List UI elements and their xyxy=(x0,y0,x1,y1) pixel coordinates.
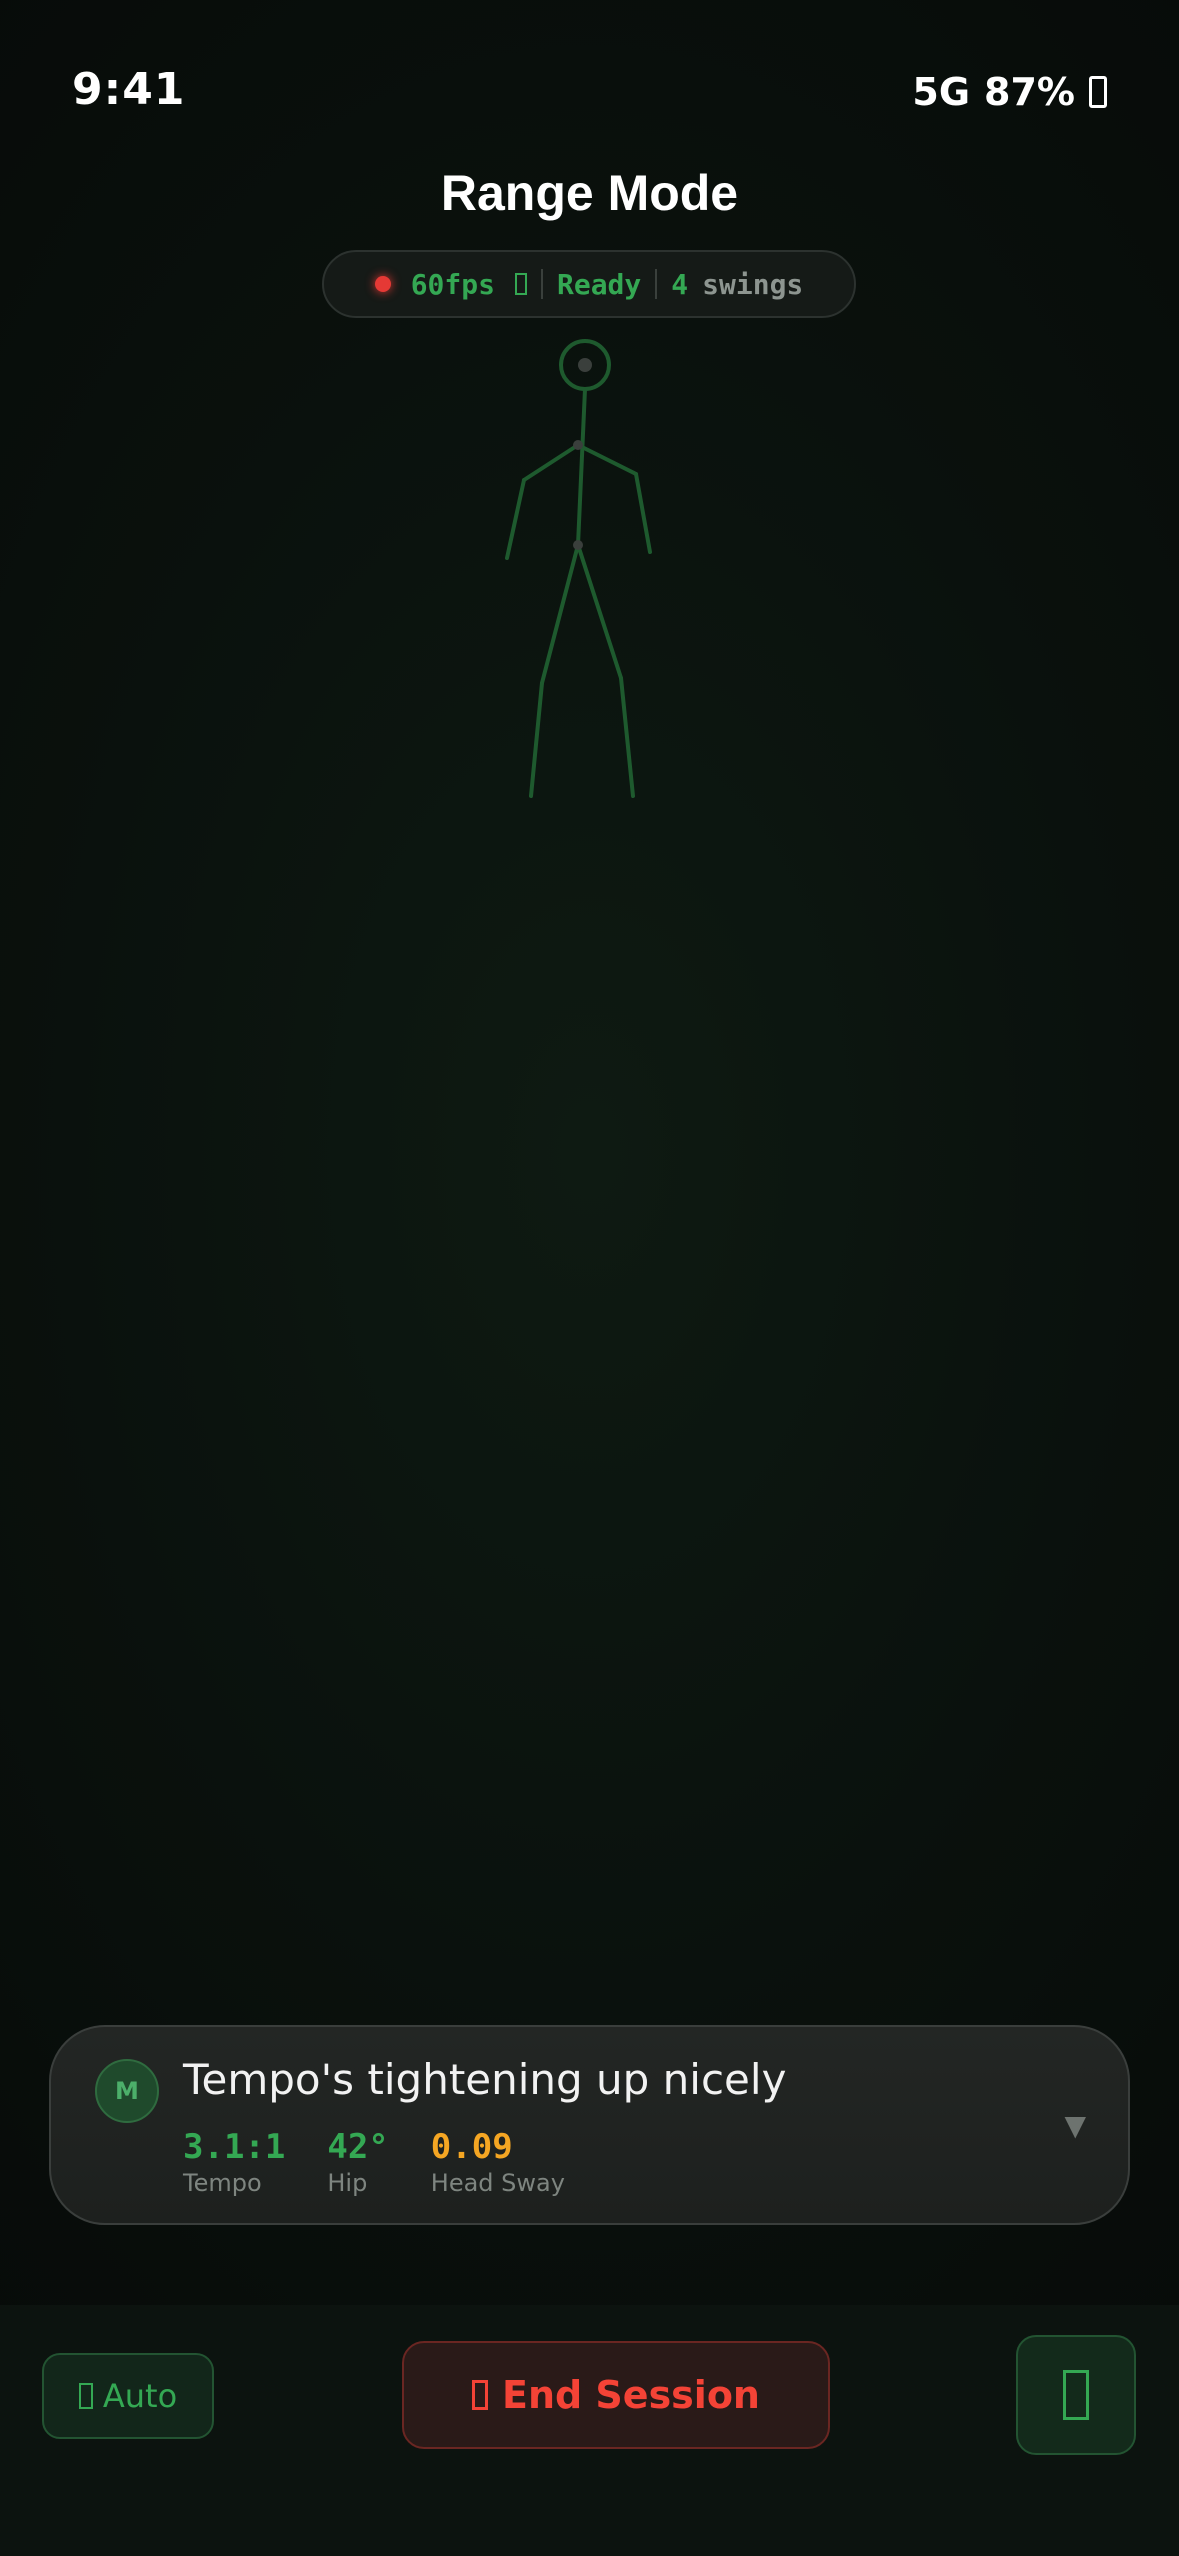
coach-feedback-card[interactable]: M Tempo's tightening up nicely 3.1:1 Tem… xyxy=(49,2025,1130,2225)
metric-label: Hip xyxy=(327,2169,368,2197)
metric-head-sway: 0.09 Head Sway xyxy=(431,2127,565,2197)
swing-metrics: 3.1:1 Tempo 42° Hip 0.09 Head Sway xyxy=(183,2127,565,2197)
skeleton-hip-joint xyxy=(573,540,583,550)
skeleton-nose-joint xyxy=(578,358,592,372)
skeleton-right-upper-arm xyxy=(576,443,638,476)
skeleton-left-forearm xyxy=(505,478,526,560)
metric-value: 42° xyxy=(327,2127,389,2167)
metric-label: Head Sway xyxy=(430,2169,565,2197)
coach-message: Tempo's tightening up nicely xyxy=(183,2055,787,2104)
skeleton-left-thigh xyxy=(540,543,580,685)
end-session-label: End Session xyxy=(501,2373,760,2417)
auto-label: Auto xyxy=(102,2377,178,2415)
skeleton-right-thigh xyxy=(576,543,623,680)
range-mode-screen: 9:41 5G 87% Range Mode 60fps Ready 4 swi… xyxy=(0,0,1179,2556)
camera-icon xyxy=(1063,2370,1089,2420)
skeleton-right-shin xyxy=(619,676,635,798)
skeleton-spine xyxy=(576,387,587,547)
auto-capture-button[interactable]: Auto xyxy=(42,2353,214,2439)
bottom-control-bar: Auto End Session xyxy=(0,2305,1179,2556)
metric-value: 0.09 xyxy=(430,2127,513,2167)
metric-hip: 42° Hip xyxy=(327,2127,388,2197)
auto-icon xyxy=(78,2383,93,2409)
camera-button[interactable] xyxy=(1016,2335,1136,2455)
coach-avatar: M xyxy=(95,2059,159,2123)
skeleton-left-shin xyxy=(529,681,544,798)
end-session-button[interactable]: End Session xyxy=(402,2341,830,2449)
skeleton-left-upper-arm xyxy=(522,443,580,482)
metric-tempo: 3.1:1 Tempo xyxy=(183,2127,285,2197)
stop-icon xyxy=(471,2380,488,2410)
metric-value: 3.1:1 xyxy=(183,2127,286,2167)
skeleton-neck-joint xyxy=(573,440,583,450)
metric-label: Tempo xyxy=(183,2169,262,2197)
skeleton-right-forearm xyxy=(634,472,652,554)
expand-chevron-icon[interactable]: ▼ xyxy=(1064,2109,1086,2142)
pose-skeleton xyxy=(505,339,652,798)
